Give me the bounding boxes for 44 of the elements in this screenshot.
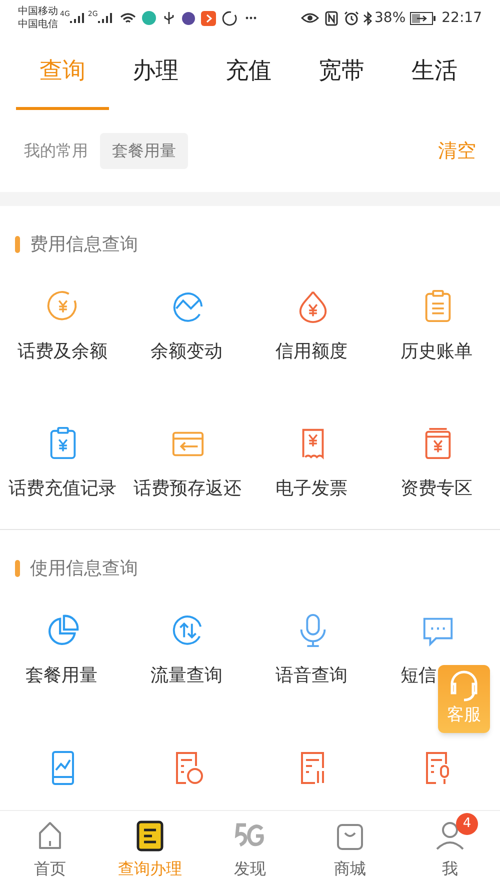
service-item[interactable]: 话费及余额 <box>0 283 125 363</box>
wifi-icon <box>120 12 136 24</box>
service-item[interactable]: 流量查询 <box>125 607 250 687</box>
battery-icon <box>410 12 436 24</box>
nav-item[interactable]: 我 4 <box>400 811 500 889</box>
service-item[interactable]: 历史账单 <box>375 283 500 363</box>
battery-percent: 38% <box>374 8 406 28</box>
service-item[interactable]: 套餐用量 <box>0 607 125 687</box>
service-item[interactable]: 余额变动 <box>125 283 250 363</box>
service-item[interactable]: 信用额度 <box>250 283 375 363</box>
notification-badge: 4 <box>456 813 478 835</box>
nav-item[interactable]: 商城 <box>300 811 400 889</box>
service-item[interactable]: 话费预存返还 <box>125 420 250 500</box>
service-item[interactable]: 语音查询 <box>250 607 375 687</box>
favorite-chip[interactable]: 套餐用量 <box>100 133 188 169</box>
nfc-icon <box>324 10 338 26</box>
bluetooth-icon <box>362 10 373 26</box>
carrier-text: 中国电信 <box>18 18 58 31</box>
more-icon <box>244 16 257 20</box>
list-icon <box>134 819 166 853</box>
tab[interactable]: 生活 <box>388 36 481 110</box>
clock-text: 22:17 <box>442 8 482 28</box>
eye-icon <box>300 12 319 24</box>
signal-icon <box>98 12 112 24</box>
nav-item[interactable]: 发现 <box>200 811 300 889</box>
favorites-label: 我的常用 <box>24 140 88 162</box>
service-item[interactable]: 资费专区 <box>375 420 500 500</box>
section-title: 使用信息查询 <box>30 557 138 581</box>
nav-item[interactable]: 首页 <box>0 811 100 889</box>
service-item[interactable]: 话费充值记录 <box>0 420 125 500</box>
tab[interactable]: 充值 <box>202 36 295 110</box>
tab[interactable]: 宽带 <box>295 36 388 110</box>
service-item[interactable]: 电子发票 <box>250 420 375 500</box>
carrier-text: 中国移动 <box>18 5 58 18</box>
tab[interactable]: 办理 <box>109 36 202 110</box>
alarm-icon <box>344 10 359 26</box>
section-title: 费用信息查询 <box>30 233 138 257</box>
usb-icon <box>164 11 174 25</box>
app-icon <box>200 10 216 26</box>
app-icon <box>182 12 195 24</box>
section-marker <box>15 236 20 253</box>
signal-icon <box>70 12 84 24</box>
section-marker <box>15 560 20 577</box>
app-icon <box>142 11 156 25</box>
